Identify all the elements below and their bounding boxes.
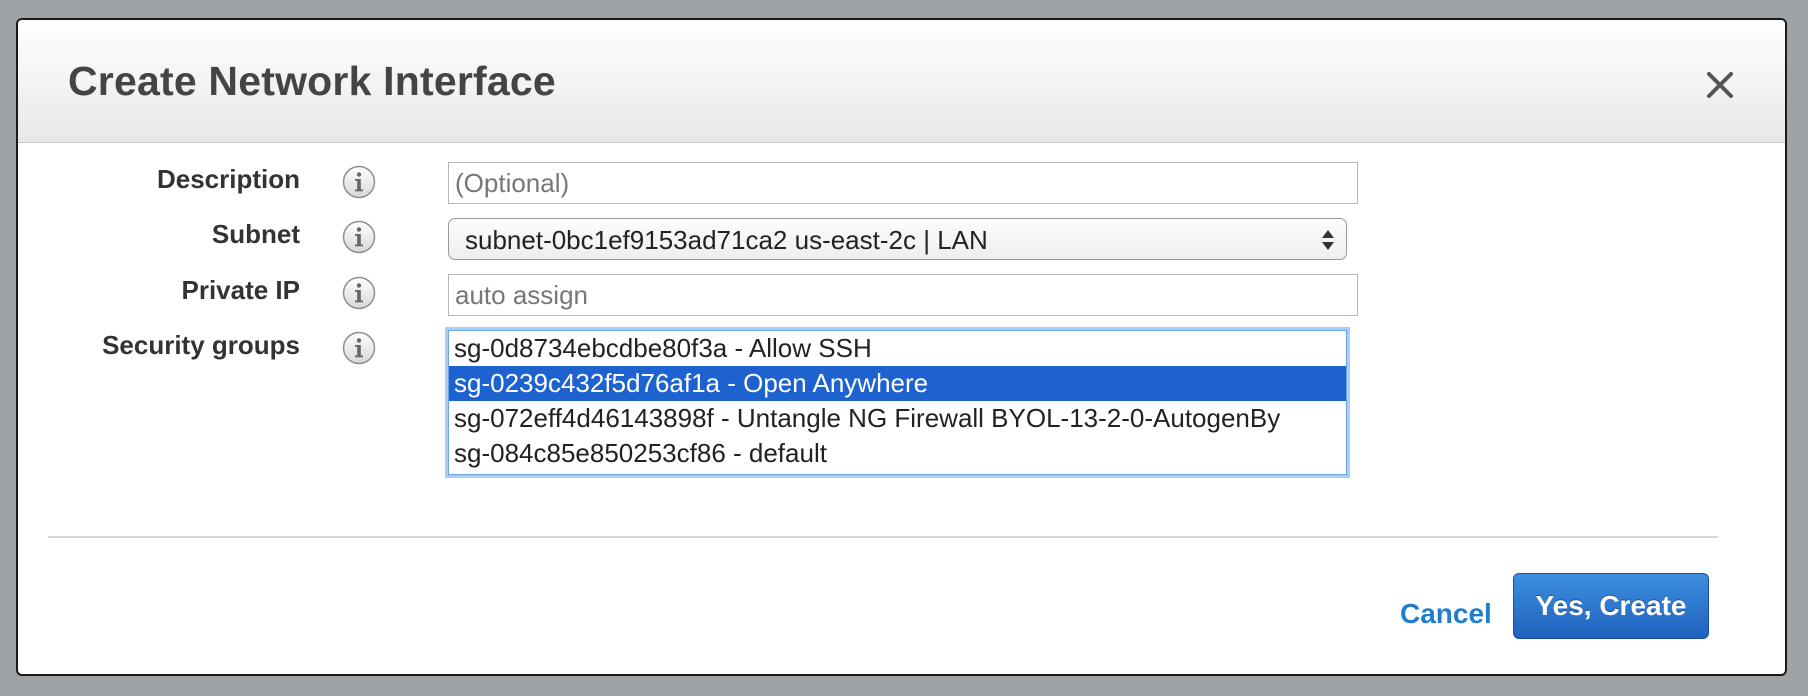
close-icon[interactable]	[1700, 65, 1740, 105]
private-ip-row: Private IP	[18, 254, 1785, 316]
security-groups-row: Security groups sg-0d8734ebcdbe80f3a - A…	[18, 310, 1785, 480]
private-ip-info-icon[interactable]	[341, 275, 377, 311]
info-icon[interactable]	[341, 164, 377, 200]
dialog-title: Create Network Interface	[68, 58, 556, 104]
subnet-info-icon[interactable]	[341, 219, 377, 255]
footer-divider	[48, 536, 1718, 538]
security-groups-select[interactable]: sg-0d8734ebcdbe80f3a - Allow SSH sg-0239c…	[448, 330, 1347, 475]
subnet-row: Subnet subnet-0bc1ef9153ad71ca2 us-east-…	[18, 198, 1785, 260]
yes-create-button[interactable]: Yes, Create	[1513, 573, 1709, 639]
cancel-button[interactable]: Cancel	[1400, 598, 1492, 630]
dialog-header: Create Network Interface	[18, 20, 1785, 143]
info-icon[interactable]	[341, 330, 377, 366]
info-icon[interactable]	[341, 275, 377, 311]
close-button[interactable]	[1700, 65, 1740, 105]
description-info-icon[interactable]	[341, 164, 377, 200]
private-ip-label: Private IP	[181, 275, 300, 305]
security-group-option[interactable]: sg-0d8734ebcdbe80f3a - Allow SSH	[449, 331, 1346, 366]
security-groups-options: sg-0d8734ebcdbe80f3a - Allow SSH sg-0239c…	[449, 331, 1346, 471]
info-icon[interactable]	[341, 219, 377, 255]
description-label: Description	[156, 164, 300, 194]
security-group-option[interactable]: sg-084c85e850253cf86 - default	[449, 436, 1346, 471]
security-group-option[interactable]: sg-0239c432f5d76af1a - Open Anywhere	[449, 366, 1346, 401]
subnet-selected-value: subnet-0bc1ef9153ad71ca2 us-east-2c | LA…	[465, 225, 988, 255]
description-row: Description	[18, 142, 1785, 204]
select-arrows-icon	[1322, 230, 1334, 250]
security-groups-label: Security groups	[102, 330, 300, 360]
security-group-option[interactable]: sg-072eff4d46143898f - Untangle NG Firew…	[449, 401, 1346, 436]
security-groups-info-icon[interactable]	[341, 330, 377, 366]
create-network-interface-dialog: Create Network Interface Description (Op…	[16, 18, 1787, 676]
subnet-label: Subnet	[211, 219, 300, 249]
